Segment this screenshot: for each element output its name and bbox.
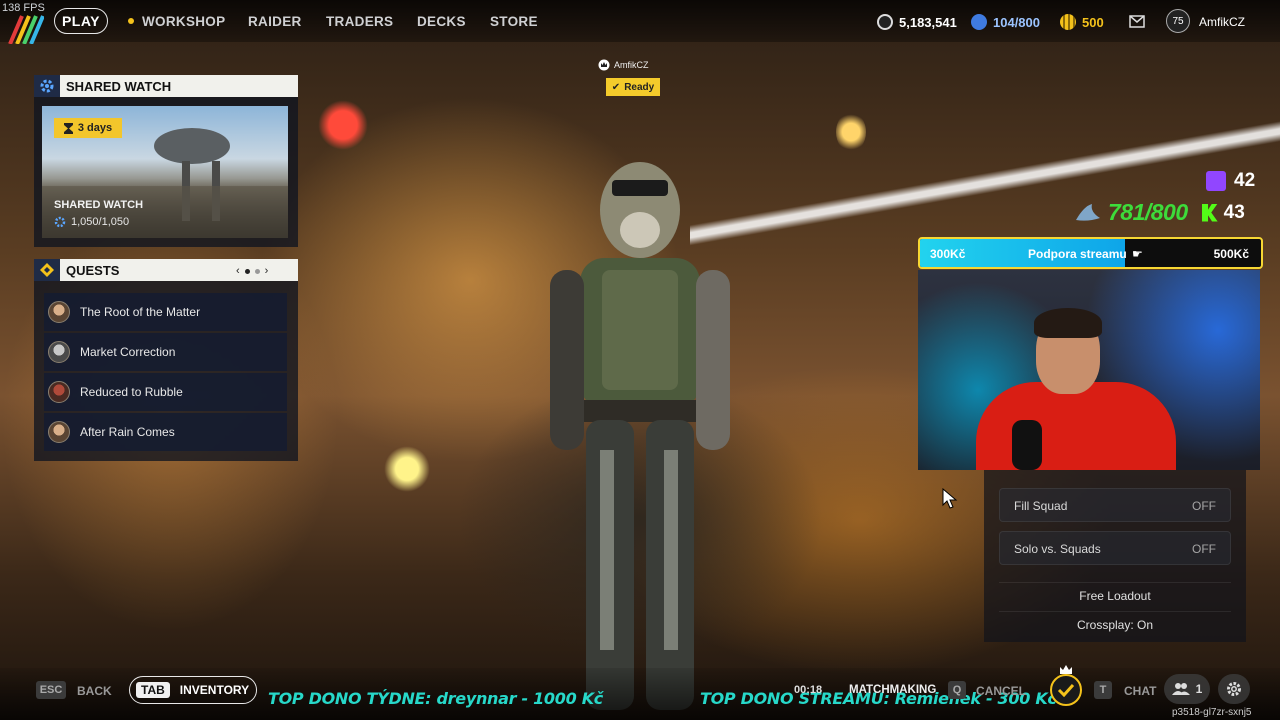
hand-icon: ☛ — [1132, 247, 1143, 261]
donation-goal-bar: 300Kč Podpora streamu ☛ 500Kč — [918, 237, 1263, 269]
free-loadout-option[interactable]: Free Loadout — [984, 589, 1246, 603]
profile-username[interactable]: AmfikCZ — [1199, 15, 1245, 29]
quests-pager: ‹ › — [236, 265, 268, 277]
page-dot[interactable] — [254, 268, 260, 274]
nav-store[interactable]: STORE — [490, 14, 538, 29]
people-icon — [1171, 683, 1190, 695]
chat-button[interactable]: CHAT — [1124, 684, 1156, 698]
hourglass-icon — [63, 122, 73, 134]
back-button[interactable]: BACK — [77, 684, 112, 698]
quest-item[interactable]: Reduced to Rubble — [44, 373, 287, 411]
coins-display: 5,183,541 — [877, 14, 957, 30]
tab-key-hint: TAB — [136, 682, 170, 698]
donation-goal-min: 300Kč — [930, 247, 966, 261]
page-dot[interactable] — [244, 268, 250, 274]
settings-button[interactable] — [1218, 674, 1250, 704]
quest-item[interactable]: The Root of the Matter — [44, 293, 287, 331]
stash-icon — [971, 14, 987, 30]
ready-status-badge: ✔ Ready — [606, 78, 660, 96]
quest-giver-avatar — [48, 301, 70, 323]
chevron-right-icon[interactable]: › — [265, 265, 269, 277]
gear-icon — [1227, 682, 1241, 696]
twitch-icon — [1206, 171, 1226, 191]
shared-watch-card-title: SHARED WATCH — [54, 199, 144, 211]
streamer-webcam — [918, 270, 1260, 470]
kick-icon — [1201, 203, 1218, 222]
gear-icon — [54, 216, 66, 228]
crown-icon — [598, 59, 610, 71]
streamer-hair — [1034, 308, 1102, 338]
quest-giver-avatar — [48, 381, 70, 403]
shared-watch-progress: 1,050/1,050 — [54, 216, 129, 228]
cancel-button[interactable]: CANCEL — [976, 684, 1026, 698]
raider-character — [550, 162, 730, 710]
inventory-label: INVENTORY — [179, 683, 250, 697]
quest-item[interactable]: After Rain Comes — [44, 413, 287, 451]
session-id: p3518-gl7zr-sxnj5 — [1172, 707, 1252, 718]
sub-goal-counter: 781/800 — [1108, 199, 1188, 225]
solo-vs-squads-toggle[interactable]: Solo vs. Squads OFF — [999, 531, 1231, 565]
streamer-body — [976, 382, 1176, 470]
player-level-badge[interactable]: 75 — [1166, 9, 1190, 33]
fps-counter: 138 FPS — [2, 2, 45, 14]
shark-icon — [1076, 203, 1100, 221]
microphone — [1012, 420, 1042, 470]
quest-diamond-icon — [34, 259, 60, 281]
shared-watch-header: SHARED WATCH — [34, 75, 298, 97]
inventory-button[interactable]: TAB INVENTORY — [129, 676, 257, 704]
mail-icon[interactable] — [1129, 15, 1145, 28]
ready-toggle-button[interactable] — [1050, 674, 1082, 706]
gear-icon — [34, 75, 60, 97]
check-icon — [1057, 683, 1075, 697]
q-key-hint: Q — [948, 681, 966, 699]
divider — [999, 582, 1231, 583]
chevron-left-icon[interactable]: ‹ — [236, 265, 240, 277]
coin-icon — [877, 14, 893, 30]
nav-raider[interactable]: RAIDER — [248, 14, 302, 29]
red-lamp — [318, 100, 368, 150]
nav-traders[interactable]: TRADERS — [326, 14, 393, 29]
stream-stats-row: 781/800 43 — [1074, 199, 1245, 226]
check-icon: ✔ — [611, 81, 621, 93]
quest-item[interactable]: Market Correction — [44, 333, 287, 371]
stash-display[interactable]: 104/800 — [971, 14, 1040, 30]
crossplay-option[interactable]: Crossplay: On — [984, 618, 1246, 632]
matchmaking-timer: 00:18 — [794, 684, 823, 696]
token-icon — [1060, 14, 1076, 30]
squad-button[interactable]: 1 — [1164, 674, 1210, 704]
nav-workshop[interactable]: WORKSHOP — [128, 14, 225, 29]
tokens-display: 500 — [1060, 14, 1104, 30]
kick-viewer-count: 43 — [1223, 201, 1245, 223]
esc-key-hint: ESC — [36, 681, 66, 699]
t-key-hint: T — [1094, 681, 1112, 699]
player-nametag: AmfikCZ — [598, 59, 649, 71]
mouse-cursor-icon — [942, 488, 958, 509]
days-remaining-badge: 3 days — [54, 118, 122, 138]
top-donor-week: TOP DONO TÝDNE: dreynnar - 1000 Kč — [268, 689, 603, 708]
notification-dot-icon — [128, 18, 134, 25]
divider — [999, 611, 1231, 612]
quest-giver-avatar — [48, 421, 70, 443]
donation-goal-max: 500Kč — [1213, 247, 1249, 261]
play-tab[interactable]: PLAY — [54, 8, 108, 34]
quest-giver-avatar — [48, 341, 70, 363]
nav-decks[interactable]: DECKS — [417, 14, 466, 29]
crown-icon — [1060, 665, 1072, 674]
donation-goal-title: Podpora streamu — [1028, 247, 1127, 261]
matchmaking-status: MATCHMAKING — [849, 684, 937, 696]
twitch-viewer-count: 42 — [1206, 170, 1255, 192]
game-logo-stripes — [8, 15, 44, 44]
fill-squad-toggle[interactable]: Fill Squad OFF — [999, 488, 1231, 522]
street-light — [384, 446, 430, 492]
